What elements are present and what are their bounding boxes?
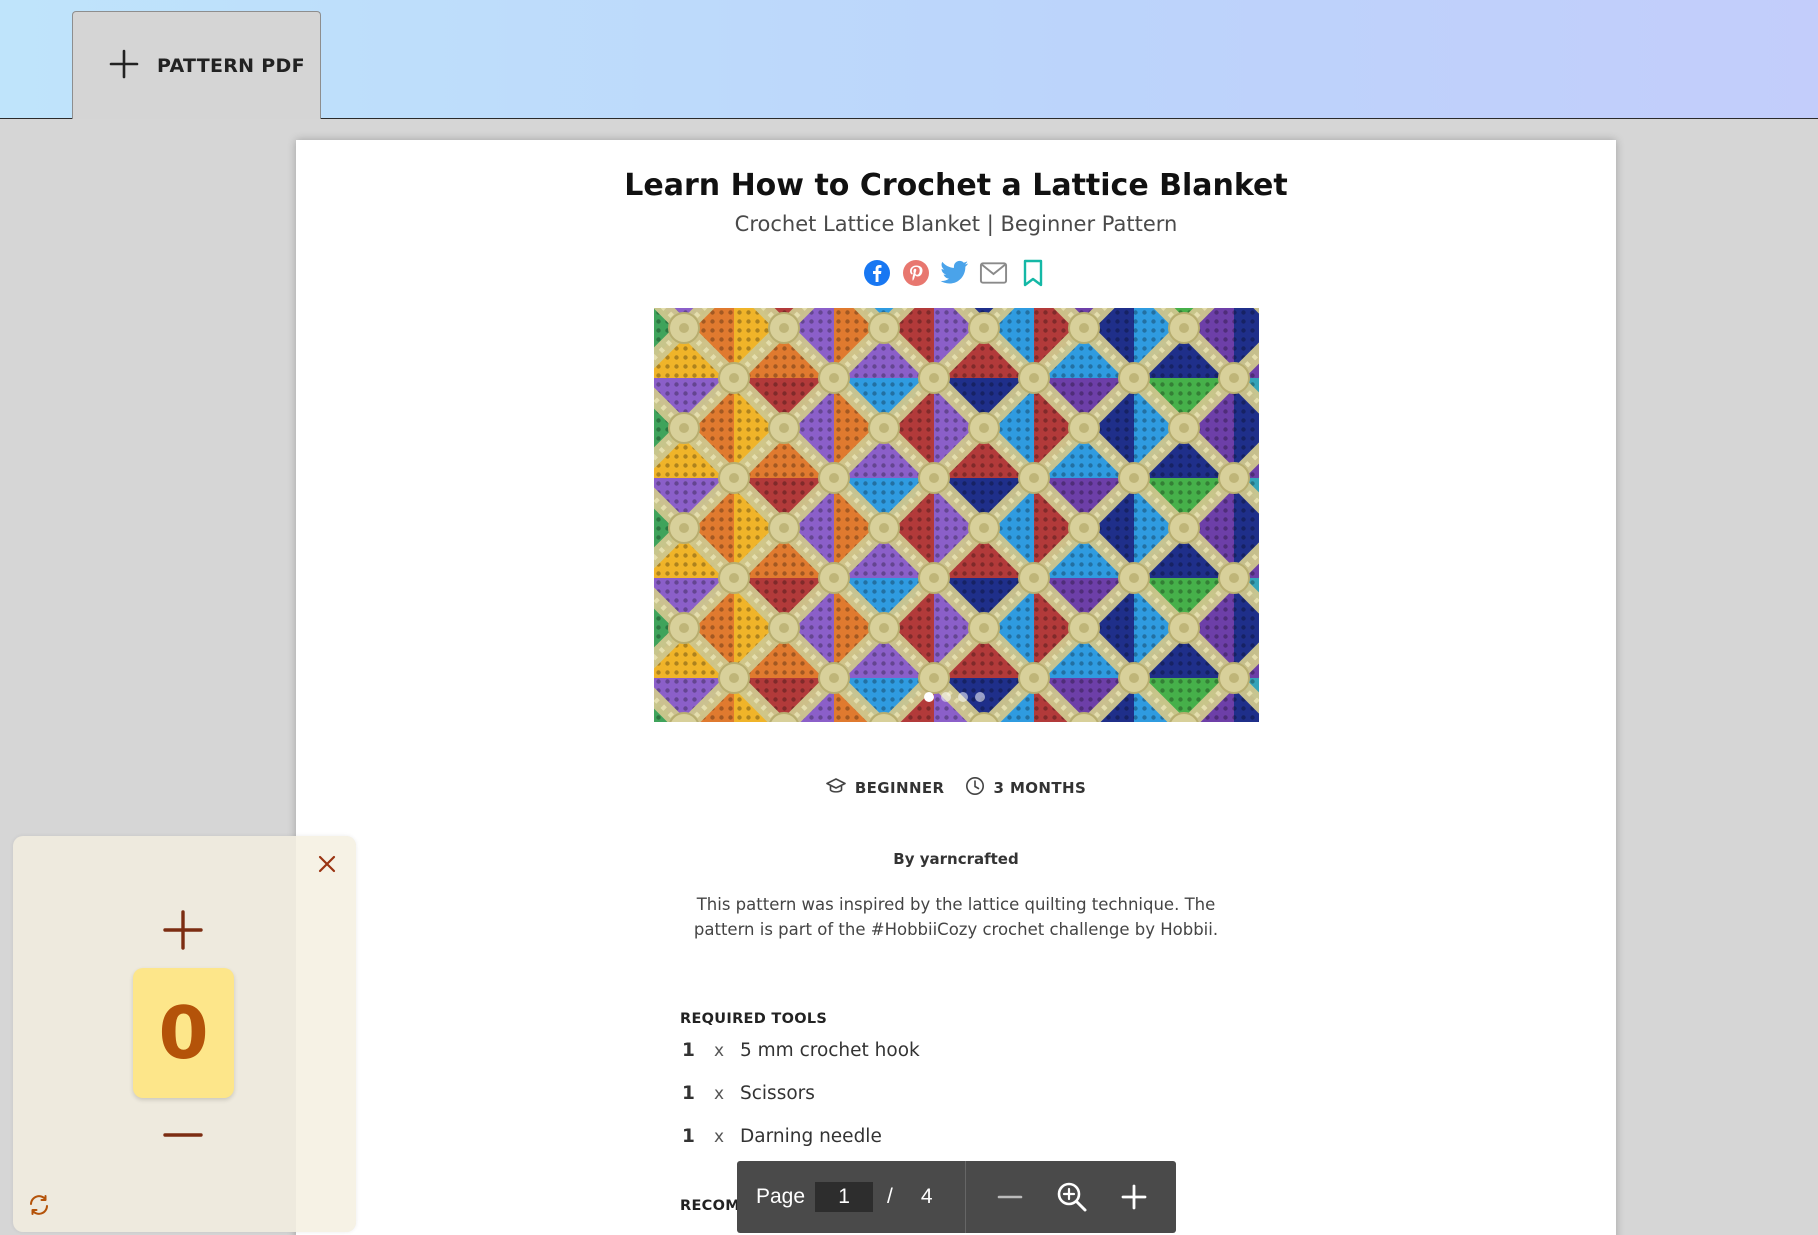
carousel-dot[interactable]	[941, 692, 951, 702]
pinterest-icon[interactable]	[901, 258, 930, 287]
tab-label: PATTERN PDF	[157, 54, 305, 77]
plus-icon	[1121, 1184, 1146, 1210]
bookmark-icon[interactable]	[1018, 258, 1047, 287]
pattern-description: This pattern was inspired by the lattice…	[693, 895, 1219, 939]
email-icon[interactable]	[979, 258, 1008, 287]
blanket-photo	[654, 308, 1259, 722]
toolbar-divider	[964, 1161, 966, 1233]
author-byline: By yarncrafted	[893, 850, 1019, 868]
facebook-icon[interactable]	[862, 258, 891, 287]
carousel-dot[interactable]	[924, 692, 934, 702]
pattern-subtitle: Crochet Lattice Blanket | Beginner Patte…	[734, 212, 1178, 236]
zoom-out-button[interactable]	[990, 1177, 1030, 1217]
zoom-in-button[interactable]	[1114, 1177, 1154, 1217]
plus-icon	[163, 910, 203, 950]
tool-row: 1 x Darning needle	[682, 1115, 1182, 1158]
pattern-pdf-tab[interactable]: PATTERN PDF	[72, 11, 321, 119]
page-number-input[interactable]	[815, 1182, 874, 1212]
top-bar: PATTERN PDF	[0, 0, 1818, 119]
pattern-title: Learn How to Crochet a Lattice Blanket	[624, 168, 1288, 203]
carousel-dot[interactable]	[975, 692, 985, 702]
pdf-page: Learn How to Crochet a Lattice Blanket C…	[296, 140, 1616, 1235]
skill-level: BEGINNER	[826, 777, 945, 799]
close-counter-button[interactable]	[315, 852, 339, 876]
close-icon	[318, 855, 336, 873]
minus-icon	[997, 1195, 1022, 1199]
graduation-cap-icon	[826, 777, 846, 799]
carousel-dots	[924, 692, 985, 702]
zoom-in-icon	[1057, 1182, 1087, 1212]
zoom-menu-button[interactable]	[1052, 1177, 1092, 1217]
share-bar	[862, 258, 1047, 287]
tool-qty: 1	[682, 1040, 695, 1061]
row-counter-panel: 0	[13, 836, 356, 1232]
minus-icon	[163, 1133, 203, 1137]
tool-row: 1 x 5 mm crochet hook	[682, 1029, 1182, 1072]
clock-icon	[965, 776, 985, 800]
hero-image-carousel[interactable]	[654, 308, 1259, 722]
reset-counter-button[interactable]	[27, 1193, 53, 1219]
tool-name: Scissors	[740, 1083, 815, 1104]
increment-button[interactable]	[159, 906, 207, 954]
tool-name: 5 mm crochet hook	[740, 1040, 920, 1061]
page-label: Page	[756, 1185, 806, 1208]
plus-icon	[109, 49, 139, 83]
counter-value: 0	[133, 968, 234, 1098]
skill-level-label: BEGINNER	[854, 779, 945, 797]
tool-qty: 1	[682, 1083, 695, 1104]
required-tools-heading: REQUIRED TOOLS	[680, 1011, 828, 1027]
tool-times: x	[714, 1126, 725, 1147]
tool-name: Darning needle	[740, 1126, 882, 1147]
pattern-meta: BEGINNER 3 MONTHS	[296, 776, 1616, 800]
tool-times: x	[714, 1083, 725, 1104]
duration-label: 3 MONTHS	[993, 779, 1087, 797]
required-tools-list: 1 x 5 mm crochet hook 1 x Scissors 1 x D…	[682, 1029, 1182, 1158]
counter-panel-edge	[296, 836, 356, 1232]
twitter-icon[interactable]	[940, 258, 969, 287]
total-pages: 4	[920, 1185, 933, 1208]
reset-icon	[30, 1195, 48, 1215]
tool-times: x	[714, 1040, 725, 1061]
tool-qty: 1	[682, 1126, 695, 1147]
carousel-dot[interactable]	[958, 692, 968, 702]
pdf-toolbar: Page / 4	[737, 1161, 1176, 1233]
page-separator: /	[887, 1185, 893, 1208]
decrement-button[interactable]	[159, 1111, 207, 1159]
duration: 3 MONTHS	[965, 776, 1087, 800]
tool-row: 1 x Scissors	[682, 1072, 1182, 1115]
